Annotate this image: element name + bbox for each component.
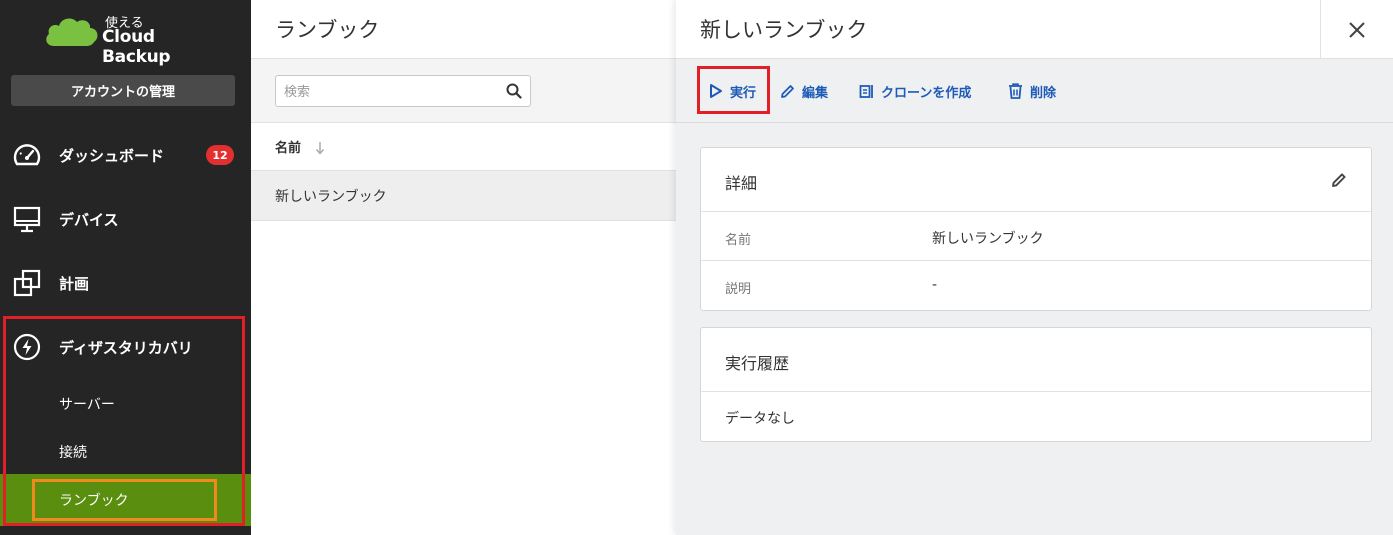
sidebar-subitem-label: サーバー: [59, 397, 115, 413]
sidebar-item-dashboard[interactable]: ダッシュボード 12: [0, 130, 251, 180]
detail-title: 新しいランブック: [700, 18, 868, 42]
run-button[interactable]: 実行: [709, 79, 756, 103]
search-icon[interactable]: [506, 83, 522, 103]
sidebar-item-label: デバイス: [59, 210, 119, 229]
sort-down-icon[interactable]: [315, 140, 325, 159]
notification-badge: 12: [206, 145, 234, 165]
sidebar-subitem-connection[interactable]: 接続: [0, 432, 251, 472]
trash-icon: [1009, 83, 1022, 99]
detail-value: -: [932, 277, 938, 293]
cloud-logo-icon: [46, 18, 98, 46]
table-cell-name: 新しいランブック: [275, 188, 387, 205]
clone-icon: [859, 84, 873, 98]
dashboard-gauge-icon: [12, 140, 42, 170]
sidebar-item-disaster-recovery[interactable]: ディザスタリカバリ: [0, 322, 251, 372]
pencil-icon: [781, 84, 794, 98]
sidebar-item-plans[interactable]: 計画: [0, 258, 251, 308]
details-card: 詳細 名前 新しいランブック 説明 -: [700, 147, 1372, 311]
runbook-list-pane: ランブック 名前 新しいランブック: [251, 0, 676, 535]
app-logo[interactable]: 使える Cloud Backup: [42, 12, 212, 67]
sidebar: 使える Cloud Backup アカウントの管理 ダッシュボード 12 デバイ…: [0, 0, 251, 535]
account-management-button[interactable]: アカウントの管理: [11, 75, 235, 106]
logo-text-big: Cloud Backup: [102, 27, 171, 67]
plans-copy-icon: [12, 268, 42, 298]
detail-value: 新しいランブック: [932, 231, 1044, 247]
sidebar-subitem-label: 接続: [59, 445, 87, 461]
monitor-icon: [12, 204, 42, 234]
detail-key: 名前: [725, 233, 752, 248]
delete-button-label: 削除: [1030, 85, 1057, 101]
sidebar-subitem-label: ランブック: [59, 493, 129, 509]
sidebar-item-label: 計画: [59, 274, 90, 293]
history-empty-row: データなし: [701, 392, 1371, 441]
sidebar-item-devices[interactable]: デバイス: [0, 194, 251, 244]
list-header: ランブック: [251, 0, 676, 59]
search-box[interactable]: [275, 75, 531, 107]
column-header-label: 名前: [275, 141, 302, 156]
lightning-icon: [12, 332, 42, 362]
edit-button-label: 編集: [802, 85, 829, 101]
sidebar-item-label: ディザスタリカバリ: [59, 338, 193, 357]
table-row[interactable]: 新しいランブック: [251, 171, 676, 221]
history-card-title: 実行履歴: [725, 354, 790, 373]
execution-history-card: 実行履歴 データなし: [700, 327, 1372, 442]
search-input[interactable]: [284, 82, 499, 102]
clone-button-label: クローンを作成: [881, 85, 972, 101]
detail-toolbar: 実行 編集 クローンを作成 削除: [676, 59, 1393, 123]
details-card-header: 詳細: [701, 148, 1371, 212]
detail-key: 説明: [725, 282, 752, 297]
sidebar-item-label: ダッシュボード: [59, 146, 165, 165]
close-icon: [1349, 21, 1365, 38]
clone-button[interactable]: クローンを作成: [859, 79, 971, 103]
detail-header: 新しいランブック: [676, 0, 1393, 59]
history-card-header: 実行履歴: [701, 328, 1371, 392]
empty-state-text: データなし: [725, 411, 795, 427]
detail-row-description: 説明 -: [701, 261, 1371, 310]
play-icon: [710, 84, 722, 98]
column-header-name[interactable]: 名前: [251, 123, 676, 171]
sidebar-subitem-servers[interactable]: サーバー: [0, 384, 251, 424]
detail-row-name: 名前 新しいランブック: [701, 212, 1371, 261]
details-card-title: 詳細: [725, 174, 758, 193]
runbook-detail-pane: 新しいランブック 実行 編集 クローンを作成 削除 詳細 名前 新しいランブック…: [676, 0, 1393, 535]
delete-button[interactable]: 削除: [1008, 79, 1056, 103]
close-button[interactable]: [1320, 0, 1393, 59]
page-title: ランブック: [275, 18, 380, 42]
list-toolbar: [251, 59, 676, 123]
run-button-label: 実行: [730, 85, 757, 101]
pencil-icon[interactable]: [1331, 172, 1347, 192]
edit-button[interactable]: 編集: [780, 79, 828, 103]
sidebar-subitem-runbooks[interactable]: ランブック: [0, 474, 251, 526]
